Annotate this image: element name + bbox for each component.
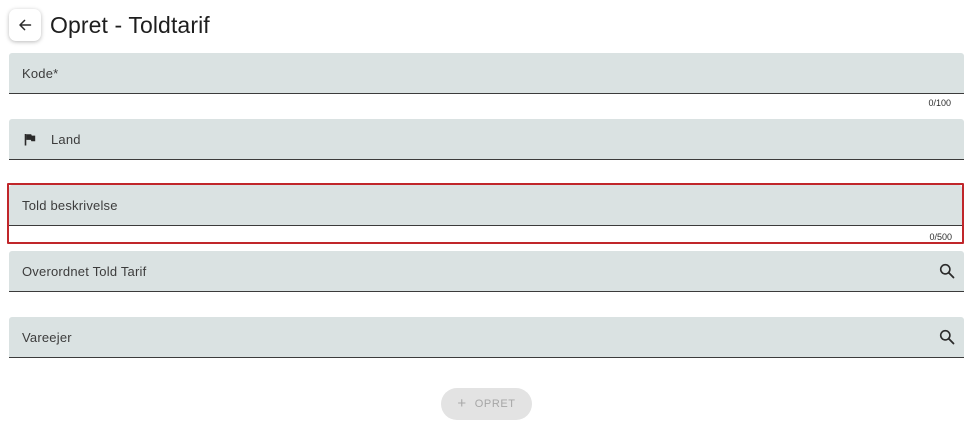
search-icon[interactable] [939, 329, 955, 345]
code-field[interactable]: Kode* [9, 53, 964, 94]
goods-owner-field-label: Vareejer [22, 329, 72, 345]
search-icon[interactable] [939, 263, 955, 279]
parent-tariff-field[interactable]: Overordnet Told Tarif [9, 251, 964, 292]
country-field-label: Land [51, 131, 81, 147]
code-field-label: Kode* [22, 65, 59, 81]
code-char-counter: 0/100 [928, 98, 951, 108]
create-customs-tariff-page: Opret - Toldtarif Kode* 0/100 Land Told … [0, 0, 974, 430]
plus-icon: + [457, 394, 467, 412]
description-field[interactable]: Told beskrivelse [9, 185, 962, 226]
description-char-counter: 0/500 [929, 232, 952, 242]
parent-tariff-field-label: Overordnet Told Tarif [22, 263, 147, 279]
create-button[interactable]: + OPRET [441, 388, 532, 420]
back-button[interactable] [9, 9, 41, 41]
country-field[interactable]: Land [9, 119, 964, 160]
arrow-left-icon [19, 19, 32, 31]
goods-owner-field[interactable]: Vareejer [9, 317, 964, 358]
page-header: Opret - Toldtarif [9, 8, 210, 42]
description-field-label: Told beskrivelse [22, 197, 118, 213]
create-button-label: OPRET [474, 398, 516, 410]
flag-icon [23, 132, 37, 146]
page-title: Opret - Toldtarif [50, 11, 210, 38]
